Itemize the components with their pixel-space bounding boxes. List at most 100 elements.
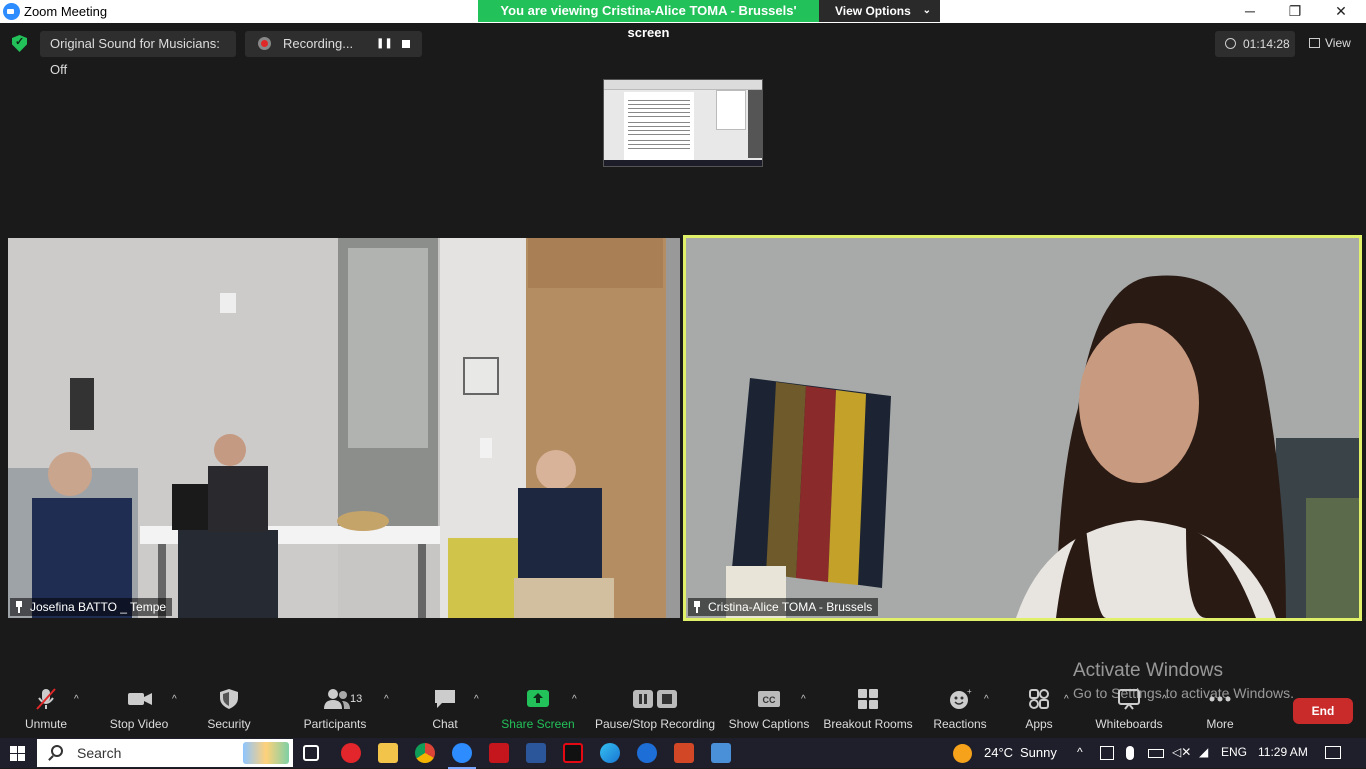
pin-icon	[15, 601, 23, 613]
language-indicator[interactable]: ENG	[1221, 745, 1247, 759]
chat-button[interactable]: Chat	[422, 688, 468, 731]
opera-browser-icon[interactable]	[341, 743, 361, 763]
share-screen-button[interactable]: Share Screen	[501, 688, 575, 731]
activate-windows-title: Activate Windows	[1073, 660, 1223, 681]
wifi-icon[interactable]: ◢	[1199, 745, 1208, 759]
search-placeholder: Search	[77, 745, 122, 761]
original-sound-toggle[interactable]: Original Sound for Musicians: Off	[40, 31, 236, 77]
stop-video-button[interactable]: Stop Video	[110, 688, 168, 731]
chrome-browser-icon[interactable]	[415, 743, 435, 763]
participants-options-caret-icon[interactable]: ^	[384, 694, 389, 705]
video-tile-room[interactable]: Josefina BATTO _ Tempe	[8, 238, 680, 618]
weather-description[interactable]: Sunny	[1020, 745, 1057, 760]
share-screen-label: Share Screen	[501, 717, 575, 731]
timer-value: 01:14:28	[1243, 37, 1290, 51]
recording-label: Recording...	[283, 36, 354, 51]
shared-screen-thumbnail[interactable]	[603, 79, 763, 167]
thumbnail-dark-panel	[748, 90, 762, 158]
apps-options-caret-icon[interactable]: ^	[1064, 694, 1069, 705]
video-tile-active-speaker[interactable]: Cristina-Alice TOMA - Brussels	[683, 235, 1362, 621]
stop-video-label: Stop Video	[109, 717, 169, 731]
screen-capture-icon[interactable]	[1100, 746, 1114, 760]
apps-label: Apps	[1025, 717, 1053, 731]
recording-dot-icon	[258, 37, 271, 50]
reactions-options-caret-icon[interactable]: ^	[984, 694, 989, 705]
show-captions-button[interactable]: CC Show Captions	[729, 688, 809, 731]
pause-recording-button[interactable]: ❚❚	[376, 36, 393, 52]
photos-app-icon[interactable]	[711, 743, 731, 763]
taskbar-clock[interactable]: 11:29 AM	[1258, 745, 1308, 759]
pause-stop-recording-label: Pause/Stop Recording	[594, 717, 716, 731]
captions-options-caret-icon[interactable]: ^	[801, 694, 806, 705]
stop-recording-button[interactable]	[398, 36, 414, 52]
breakout-rooms-button[interactable]: Breakout Rooms	[823, 688, 913, 731]
svg-text:+: +	[967, 688, 972, 696]
weather-temperature[interactable]: 24°C	[984, 745, 1013, 760]
zoom-logo-icon	[3, 3, 20, 20]
pause-stop-recording-button[interactable]: Pause/Stop Recording	[595, 688, 715, 731]
notifications-icon[interactable]	[1325, 746, 1341, 759]
close-button[interactable]: ✕	[1318, 0, 1364, 23]
speaker-video-frame	[686, 238, 1359, 618]
participant-name: Cristina-Alice TOMA - Brussels	[708, 600, 873, 614]
microphone-tray-icon[interactable]	[1126, 746, 1134, 760]
search-icon	[51, 745, 63, 757]
show-hidden-icons-caret-icon[interactable]: ^	[1077, 745, 1083, 759]
reactions-label: Reactions	[933, 717, 987, 731]
edge-browser-icon[interactable]	[600, 743, 620, 763]
audio-options-caret-icon[interactable]: ^	[74, 694, 79, 705]
video-options-caret-icon[interactable]: ^	[172, 694, 177, 705]
task-view-icon[interactable]	[303, 745, 319, 761]
security-shield-icon	[217, 688, 241, 710]
sun-weather-icon[interactable]	[953, 744, 972, 763]
recording-indicator: Recording... ❚❚	[245, 31, 422, 57]
chat-bubble-icon	[433, 688, 457, 710]
restore-button[interactable]: ❐	[1272, 0, 1318, 23]
apps-button[interactable]: Apps	[1014, 688, 1064, 731]
security-button[interactable]: Security	[205, 688, 253, 731]
participants-count: 13	[350, 693, 363, 705]
whiteboards-options-caret-icon[interactable]: ^	[1162, 694, 1167, 705]
microphone-muted-icon	[34, 688, 58, 710]
minimize-button[interactable]: ─	[1227, 0, 1273, 23]
powerpoint-app-icon[interactable]	[674, 743, 694, 763]
netflix-app-icon[interactable]	[563, 743, 583, 763]
unmute-button[interactable]: Unmute	[21, 688, 71, 731]
video-camera-icon	[127, 688, 152, 710]
more-dots-icon	[1208, 688, 1232, 710]
thumbnail-ribbon	[604, 80, 762, 90]
more-button[interactable]: More	[1196, 688, 1244, 731]
view-button[interactable]: View	[1303, 31, 1361, 57]
end-meeting-button[interactable]: End	[1293, 698, 1353, 724]
battery-icon[interactable]	[1148, 749, 1164, 758]
view-options-button[interactable]: View Options ⌄	[819, 0, 940, 22]
whiteboards-button[interactable]: Whiteboards	[1095, 688, 1163, 731]
breakout-rooms-label: Breakout Rooms	[823, 717, 913, 731]
share-options-caret-icon[interactable]: ^	[572, 694, 577, 705]
apps-icon	[1027, 688, 1051, 710]
encryption-shield-icon[interactable]	[12, 35, 27, 52]
chat-options-caret-icon[interactable]: ^	[474, 694, 479, 705]
pause-stop-icons	[632, 688, 678, 710]
captions-icon-text: CC	[763, 695, 776, 705]
participants-label: Participants	[303, 717, 367, 731]
speaker-muted-icon[interactable]: ◁✕	[1172, 745, 1191, 759]
share-screen-icon	[526, 688, 550, 710]
whiteboards-label: Whiteboards	[1095, 717, 1163, 731]
closed-captions-icon: CC	[757, 688, 781, 710]
more-label: More	[1206, 717, 1234, 731]
zoom-app-icon[interactable]	[448, 743, 476, 769]
taskbar-search-box[interactable]: Search	[37, 739, 293, 767]
title-bar: Zoom Meeting You are viewing Cristina-Al…	[0, 0, 1366, 40]
windows-start-icon[interactable]	[10, 746, 25, 761]
participants-icon	[323, 688, 350, 710]
word-app-icon[interactable]	[526, 743, 546, 763]
weather-app-icon[interactable]	[637, 743, 657, 763]
file-explorer-icon[interactable]	[378, 743, 398, 763]
window-title: Zoom Meeting	[24, 4, 108, 19]
security-label: Security	[207, 717, 251, 731]
acrobat-reader-icon[interactable]	[489, 743, 509, 763]
view-options-label: View Options	[835, 4, 911, 18]
view-label: View	[1325, 36, 1351, 50]
reactions-button[interactable]: + Reactions	[933, 687, 986, 731]
